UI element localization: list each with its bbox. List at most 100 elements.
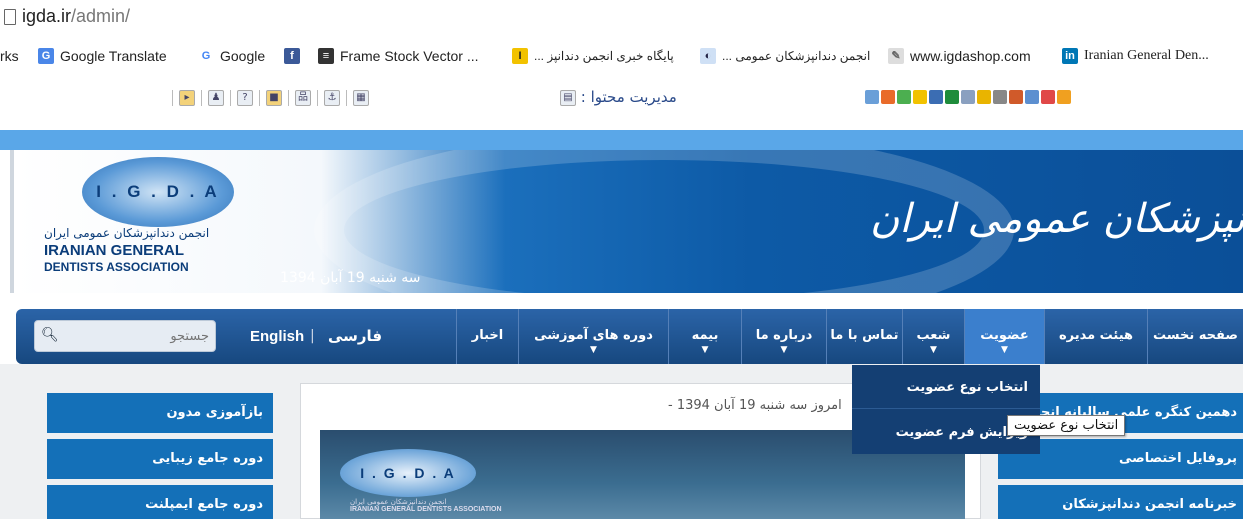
icon-2[interactable] [881, 90, 895, 104]
dropdown-label: انتخاب نوع عضویت [906, 380, 1028, 395]
toolbar-tools: ▸ ♟ ? ■ 品 ⚓ ▦ [172, 90, 369, 106]
bookmark-label: انجمن دندانپزشکان عمومی ... [722, 49, 871, 63]
bookmark-label: Iranian General Den... [1084, 48, 1209, 63]
banner-logo-fa: انجمن دندانپزشکان عمومی ایران [350, 498, 447, 506]
bookmark-label: www.igdashop.com [910, 48, 1031, 64]
box-label: دوره جامع ایمپلنت [145, 497, 263, 512]
nav-label: تماس با ما [830, 328, 899, 343]
nav-board[interactable]: هیئت مدیره [1044, 309, 1147, 364]
icon-11[interactable] [1025, 90, 1039, 104]
bookmark-igda[interactable]: ◐ انجمن دندانپزشکان عمومی ... [700, 48, 870, 64]
bookmark-frame-stock[interactable]: ≡ Frame Stock Vector ... [318, 48, 479, 64]
nav-label: بیمه [691, 328, 719, 343]
icon-8[interactable] [977, 90, 991, 104]
nav-label: هیئت مدیره [1058, 328, 1134, 343]
icon-4[interactable] [913, 90, 927, 104]
chevron-down-icon: ▼ [780, 345, 788, 355]
lang-farsi-link[interactable]: فارسی [328, 327, 382, 345]
icon-1[interactable] [865, 90, 879, 104]
chevron-down-icon: ▼ [930, 345, 937, 355]
linkedin-icon: in [1062, 48, 1078, 64]
icon-13[interactable] [1057, 90, 1071, 104]
cms-icon: ▤ [560, 89, 576, 106]
address-bar[interactable]: igda.ir/admin/ [0, 0, 1243, 36]
icon-3[interactable] [897, 90, 911, 104]
search-input[interactable] [59, 326, 209, 346]
banner-logo: I . G . D . A [340, 449, 476, 497]
logo-abbr: I . G . D . A [96, 182, 220, 201]
nav-insurance[interactable]: بیمه ▼ [668, 309, 741, 364]
search-icon[interactable]: 🔍︎ [41, 327, 59, 343]
nav-label: عضویت [980, 328, 1029, 343]
page-icon [4, 9, 16, 25]
sitemap-icon[interactable]: 品 [295, 90, 311, 106]
separator [172, 90, 173, 106]
bookmark-news[interactable]: I پایگاه خبری انجمن دندانپز ... [512, 48, 674, 64]
bookmark-linkedin[interactable]: in Iranian General Den... [1062, 48, 1209, 64]
bookmark-label: rks [0, 48, 19, 64]
box-label: خبرنامه انجمن دندانپزشکان [1062, 497, 1237, 512]
bookmark-item[interactable]: rks [0, 48, 19, 64]
logo-text-en-2: DENTISTS ASSOCIATION [44, 260, 189, 274]
nav-branches[interactable]: شعب ▼ [902, 309, 964, 364]
module-icon[interactable]: ■ [266, 90, 282, 106]
user-icon[interactable]: ♟ [208, 90, 224, 106]
icon-6[interactable] [945, 90, 959, 104]
bookmark-igdashop[interactable]: ✎ www.igdashop.com [888, 48, 1031, 64]
cms-label[interactable]: مدیریت محتوا : ▤ [560, 88, 677, 106]
left-box-retraining[interactable]: بازآموزی مدون [47, 393, 273, 433]
lang-english-link[interactable]: English [250, 328, 304, 345]
nav-label: صفحه نخست [1153, 328, 1238, 343]
export-icon[interactable]: ▸ [179, 90, 195, 106]
tooltip: انتخاب نوع عضویت [1007, 415, 1126, 436]
nav-news[interactable]: اخبار [456, 309, 518, 364]
nav-membership[interactable]: عضویت ▼ [964, 309, 1044, 364]
nav-label: شعب [916, 328, 951, 343]
bookmark-label: پایگاه خبری انجمن دندانپز ... [534, 49, 674, 63]
site-title: انجمن دندانپزشکان عمومی ایران [870, 196, 1243, 242]
separator [230, 90, 231, 106]
separator [317, 90, 318, 106]
left-box-cosmetic[interactable]: دوره جامع زیبایی [47, 439, 273, 479]
nav-label: دوره های آموزشی [534, 328, 653, 343]
left-box-implant[interactable]: دوره جامع ایمپلنت [47, 485, 273, 519]
calendar-icon[interactable]: ▦ [353, 90, 369, 106]
bookmark-facebook[interactable]: f [284, 48, 300, 64]
icon-9[interactable] [993, 90, 1007, 104]
search-box: 🔍︎ [34, 320, 216, 352]
dropdown-item-select-membership[interactable]: انتخاب نوع عضویت [852, 365, 1040, 409]
separator [346, 90, 347, 106]
icon-5[interactable] [929, 90, 943, 104]
nav-contact[interactable]: تماس با ما [826, 309, 902, 364]
nav-about[interactable]: درباره ما ▼ [741, 309, 826, 364]
google-icon: G [198, 48, 214, 64]
url-path: /admin/ [71, 6, 131, 26]
membership-dropdown: انتخاب نوع عضویت ویرایش فرم عضویت [852, 365, 1040, 454]
chevron-down-icon: ▼ [701, 345, 709, 355]
box-label: دوره جامع زیبایی [152, 451, 263, 466]
igda-icon: ◐ [700, 48, 716, 64]
box-label: بازآموزی مدون [166, 405, 263, 420]
nav-label: درباره ما [755, 328, 813, 343]
today-date: امروز سه شنبه 19 آبان 1394 - [668, 398, 842, 413]
icon-10[interactable] [1009, 90, 1023, 104]
box-label: پروفایل اختصاصی [1119, 451, 1237, 466]
banner-logo-en: IRANIAN GENERAL DENTISTS ASSOCIATION [350, 506, 502, 513]
chevron-down-icon: ▼ [590, 345, 597, 355]
search-tool-icon[interactable] [961, 90, 975, 104]
site-logo[interactable]: I . G . D . A [82, 157, 234, 227]
admin-toolbar: ▸ ♟ ? ■ 品 ⚓ ▦ مدیریت محتوا : ▤ [0, 78, 1243, 118]
bookmark-google[interactable]: G Google [198, 48, 265, 64]
chevron-down-icon: ▼ [1001, 345, 1008, 355]
bookmark-label: Frame Stock Vector ... [340, 48, 479, 64]
url-text[interactable]: igda.ir/admin/ [22, 6, 130, 27]
anchor-icon[interactable]: ⚓ [324, 90, 340, 106]
nav-courses[interactable]: دوره های آموزشی ▼ [518, 309, 668, 364]
logo-text-fa: انجمن دندانپزشکان عمومی ایران [44, 226, 210, 240]
icon-12[interactable] [1041, 90, 1055, 104]
url-host: igda.ir [22, 6, 72, 26]
help-icon[interactable]: ? [237, 90, 253, 106]
right-box-newsletter[interactable]: خبرنامه انجمن دندانپزشکان [998, 485, 1243, 519]
bookmark-google-translate[interactable]: G Google Translate [38, 48, 167, 64]
nav-home[interactable]: صفحه نخست [1147, 309, 1243, 364]
